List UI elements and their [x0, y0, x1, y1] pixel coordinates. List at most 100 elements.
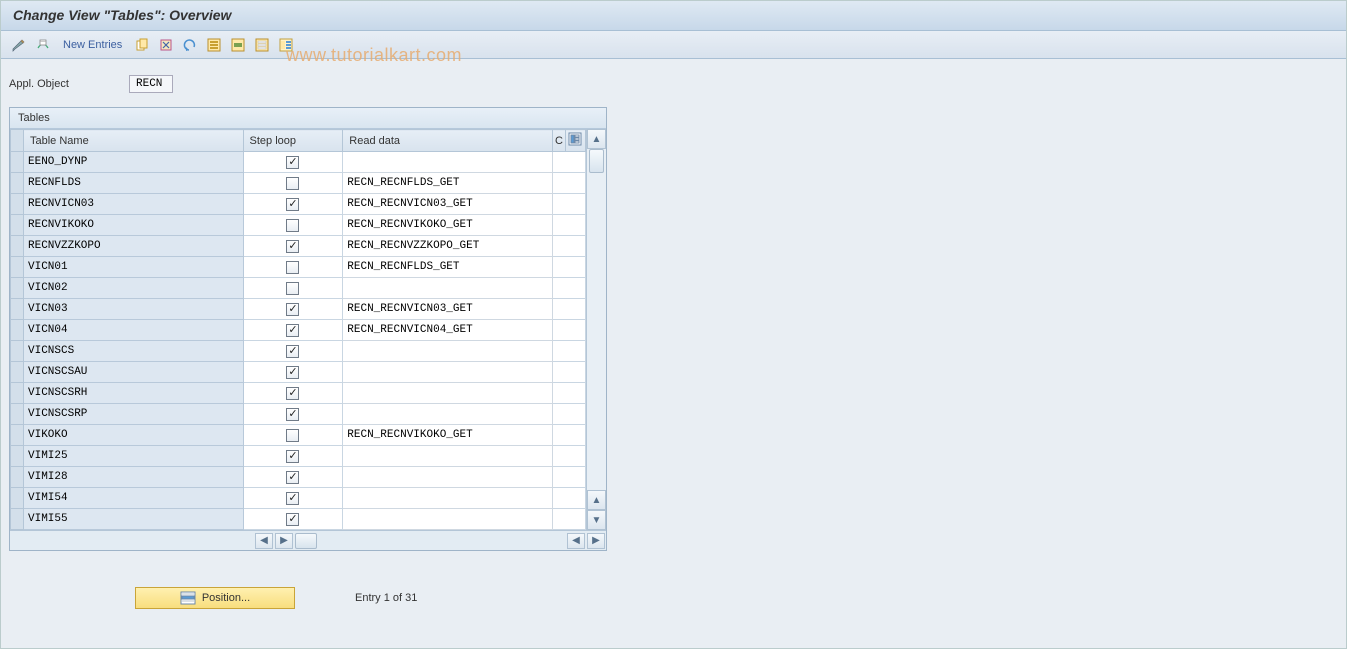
row-selector[interactable] [11, 341, 24, 362]
step-loop-checkbox[interactable] [286, 282, 299, 295]
scroll-down-button[interactable]: ▼ [587, 510, 606, 530]
new-entries-button[interactable]: New Entries [57, 39, 128, 51]
col-header-step-loop[interactable]: Step loop [243, 130, 343, 152]
toggle-display-change-icon[interactable] [9, 35, 29, 55]
step-loop-checkbox[interactable] [286, 450, 299, 463]
select-block-icon[interactable] [228, 35, 248, 55]
cell-step-loop[interactable] [243, 299, 343, 320]
cell-read-data[interactable] [343, 383, 553, 404]
cell-c[interactable] [553, 509, 586, 530]
row-selector[interactable] [11, 278, 24, 299]
cell-c[interactable] [553, 194, 586, 215]
hscroll-left2-button[interactable]: ◀ [567, 533, 585, 549]
cell-read-data[interactable]: RECN_RECNVIKOKO_GET [343, 425, 553, 446]
cell-table-name[interactable]: VICNSCS [24, 341, 244, 362]
cell-read-data[interactable]: RECN_RECNFLDS_GET [343, 173, 553, 194]
cell-step-loop[interactable] [243, 236, 343, 257]
row-selector[interactable] [11, 404, 24, 425]
cell-table-name[interactable]: VICNSCSRH [24, 383, 244, 404]
step-loop-checkbox[interactable] [286, 492, 299, 505]
row-selector[interactable] [11, 152, 24, 173]
step-loop-checkbox[interactable] [286, 303, 299, 316]
table-row[interactable]: VIMI28 [11, 467, 586, 488]
cell-table-name[interactable]: VIKOKO [24, 425, 244, 446]
row-selector[interactable] [11, 383, 24, 404]
cell-c[interactable] [553, 404, 586, 425]
cell-read-data[interactable] [343, 152, 553, 173]
table-row[interactable]: RECNVIKOKORECN_RECNVIKOKO_GET [11, 215, 586, 236]
cell-c[interactable] [553, 488, 586, 509]
row-selector[interactable] [11, 467, 24, 488]
cell-read-data[interactable] [343, 362, 553, 383]
cell-read-data[interactable] [343, 404, 553, 425]
cell-c[interactable] [553, 173, 586, 194]
cell-read-data[interactable]: RECN_RECNVIKOKO_GET [343, 215, 553, 236]
cell-step-loop[interactable] [243, 320, 343, 341]
row-selector[interactable] [11, 425, 24, 446]
cell-table-name[interactable]: RECNFLDS [24, 173, 244, 194]
cell-c[interactable] [553, 278, 586, 299]
horizontal-scrollbar[interactable]: ◀ ▶ ◀ ▶ [10, 530, 606, 550]
table-row[interactable]: VICNSCSRH [11, 383, 586, 404]
config-icon[interactable] [276, 35, 296, 55]
cell-step-loop[interactable] [243, 362, 343, 383]
row-selector[interactable] [11, 509, 24, 530]
step-loop-checkbox[interactable] [286, 408, 299, 421]
cell-read-data[interactable] [343, 446, 553, 467]
undo-change-icon[interactable] [180, 35, 200, 55]
cell-step-loop[interactable] [243, 467, 343, 488]
col-header-config[interactable] [565, 130, 585, 152]
row-selector[interactable] [11, 299, 24, 320]
cell-c[interactable] [553, 257, 586, 278]
cell-step-loop[interactable] [243, 194, 343, 215]
select-all-icon[interactable] [204, 35, 224, 55]
cell-step-loop[interactable] [243, 152, 343, 173]
step-loop-checkbox[interactable] [286, 240, 299, 253]
cell-table-name[interactable]: VICN03 [24, 299, 244, 320]
hscroll-left-button[interactable]: ◀ [255, 533, 273, 549]
cell-step-loop[interactable] [243, 488, 343, 509]
cell-read-data[interactable]: RECN_RECNFLDS_GET [343, 257, 553, 278]
row-selector[interactable] [11, 488, 24, 509]
table-row[interactable]: RECNVZZKOPORECN_RECNVZZKOPO_GET [11, 236, 586, 257]
cell-table-name[interactable]: RECNVICN03 [24, 194, 244, 215]
cell-table-name[interactable]: VIMI55 [24, 509, 244, 530]
cell-c[interactable] [553, 425, 586, 446]
cell-table-name[interactable]: VICN02 [24, 278, 244, 299]
step-loop-checkbox[interactable] [286, 366, 299, 379]
cell-step-loop[interactable] [243, 383, 343, 404]
deselect-all-icon[interactable] [252, 35, 272, 55]
cell-read-data[interactable]: RECN_RECNVICN03_GET [343, 299, 553, 320]
col-header-c[interactable]: C [553, 130, 566, 152]
hscroll-right-button[interactable]: ▶ [275, 533, 293, 549]
step-loop-checkbox[interactable] [286, 219, 299, 232]
cell-step-loop[interactable] [243, 215, 343, 236]
cell-read-data[interactable] [343, 278, 553, 299]
cell-c[interactable] [553, 362, 586, 383]
table-row[interactable]: EENO_DYNP [11, 152, 586, 173]
cell-read-data[interactable]: RECN_RECNVZZKOPO_GET [343, 236, 553, 257]
cell-read-data[interactable]: RECN_RECNVICN04_GET [343, 320, 553, 341]
cell-table-name[interactable]: VIMI25 [24, 446, 244, 467]
table-row[interactable]: VICNSCSRP [11, 404, 586, 425]
cell-c[interactable] [553, 446, 586, 467]
cell-table-name[interactable]: VICN04 [24, 320, 244, 341]
cell-step-loop[interactable] [243, 509, 343, 530]
delete-icon[interactable] [156, 35, 176, 55]
table-row[interactable]: VIKOKO RECN_RECNVIKOKO_GET [11, 425, 586, 446]
cell-table-name[interactable]: VICN01 [24, 257, 244, 278]
cell-table-name[interactable]: VIMI54 [24, 488, 244, 509]
cell-c[interactable] [553, 320, 586, 341]
cell-step-loop[interactable] [243, 257, 343, 278]
cell-read-data[interactable]: RECN_RECNVICN03_GET [343, 194, 553, 215]
cell-step-loop[interactable] [243, 425, 343, 446]
table-row[interactable]: VICNSCSAU [11, 362, 586, 383]
step-loop-checkbox[interactable] [286, 429, 299, 442]
cell-read-data[interactable] [343, 509, 553, 530]
table-row[interactable]: VIMI55 [11, 509, 586, 530]
step-loop-checkbox[interactable] [286, 324, 299, 337]
row-selector[interactable] [11, 362, 24, 383]
table-row[interactable]: RECNFLDS RECN_RECNFLDS_GET [11, 173, 586, 194]
step-loop-checkbox[interactable] [286, 471, 299, 484]
cell-step-loop[interactable] [243, 278, 343, 299]
